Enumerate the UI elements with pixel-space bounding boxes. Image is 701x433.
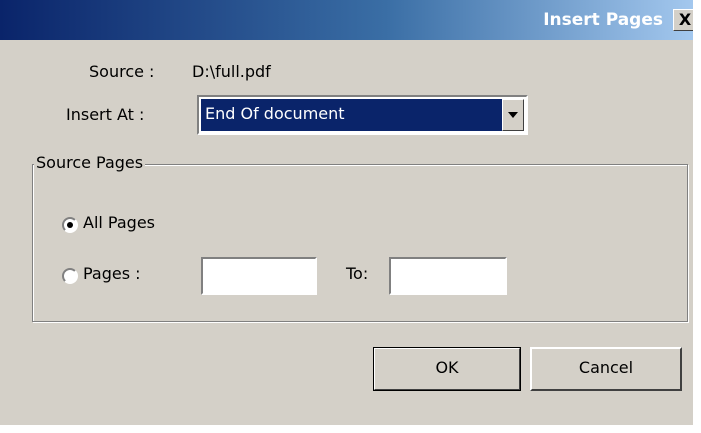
insert-at-dropdown[interactable]: End Of document [197, 95, 528, 135]
chevron-down-icon[interactable] [502, 99, 524, 131]
insert-at-label: Insert At : [66, 105, 145, 124]
pages-range-label[interactable]: Pages : [83, 264, 141, 283]
source-label: Source : [89, 62, 155, 81]
pages-from-field[interactable] [201, 257, 317, 295]
dialog-border-bottom [0, 425, 701, 433]
all-pages-radio[interactable] [62, 217, 78, 233]
dialog-border-right [693, 0, 701, 433]
close-icon: X [678, 10, 692, 29]
insert-pages-dialog: Insert Pages X Source : D:\full.pdf Inse… [0, 0, 701, 433]
cancel-button[interactable]: Cancel [530, 347, 682, 391]
insert-at-selected-value: End Of document [201, 99, 504, 131]
pages-range-radio[interactable] [62, 268, 78, 284]
ok-button[interactable]: OK [373, 347, 521, 391]
dialog-title: Insert Pages [543, 10, 663, 30]
pages-to-label: To: [346, 264, 369, 283]
source-value: D:\full.pdf [192, 62, 271, 81]
all-pages-label[interactable]: All Pages [83, 213, 155, 232]
source-pages-group [32, 164, 688, 322]
source-pages-legend: Source Pages [34, 153, 146, 172]
pages-to-field[interactable] [389, 257, 507, 295]
title-bar[interactable]: Insert Pages X [0, 0, 701, 40]
